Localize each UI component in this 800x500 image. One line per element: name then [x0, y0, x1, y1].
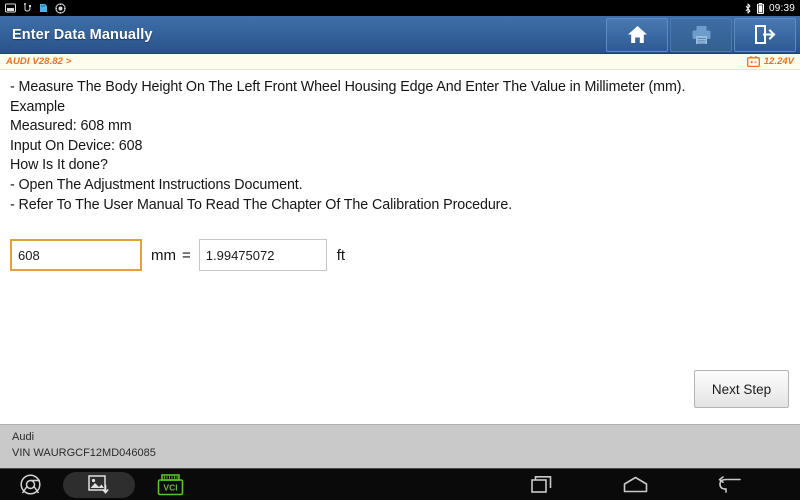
- nav-right-group: [531, 475, 800, 494]
- home-icon: [627, 26, 647, 43]
- vehicle-version-link[interactable]: AUDI V28.82 >: [6, 56, 71, 67]
- diagnostic-app-window: 09:39 Enter Data Manually AUDI V28.82 > …: [0, 0, 800, 500]
- voltage-indicator: 12.24V: [746, 56, 794, 67]
- home-icon[interactable]: [623, 476, 648, 493]
- car-battery-icon: [746, 56, 760, 67]
- converted-value-input[interactable]: [198, 239, 327, 272]
- voltage-value: 12.24V: [763, 56, 794, 67]
- status-icons-left: [5, 2, 66, 14]
- exit-button[interactable]: [734, 17, 796, 52]
- converted-unit-label: ft: [336, 246, 346, 264]
- usb-icon: [24, 3, 31, 12]
- recent-apps-icon[interactable]: [531, 475, 553, 494]
- instruction-line: - Refer To The User Manual To Read The C…: [10, 196, 513, 213]
- android-nav-bar: VCI: [0, 468, 800, 500]
- printer-icon: [692, 25, 710, 44]
- measurement-input[interactable]: [10, 239, 142, 272]
- home-button[interactable]: [606, 17, 668, 52]
- android-status-bar: 09:39: [0, 0, 800, 16]
- header-button-group: [606, 16, 800, 53]
- back-icon[interactable]: [718, 476, 742, 493]
- instruction-line: How Is It done?: [10, 157, 108, 174]
- measurement-entry-row: mm = ft: [10, 239, 790, 272]
- instruction-line: Example: [10, 98, 65, 115]
- page-title: Enter Data Manually: [12, 26, 153, 43]
- vci-icon[interactable]: VCI: [157, 473, 184, 496]
- sync-icon: [55, 2, 66, 14]
- vehicle-info-footer: Audi VIN WAURGCF12MD046085: [0, 424, 800, 468]
- sdcard-icon: [40, 4, 47, 12]
- next-step-button[interactable]: Next Step: [694, 370, 789, 408]
- battery-icon: [756, 2, 764, 14]
- main-content: - Measure The Body Height On The Left Fr…: [0, 70, 800, 424]
- app-header: Enter Data Manually: [0, 16, 800, 54]
- instruction-line: - Open The Adjustment Instructions Docum…: [10, 176, 303, 193]
- vehicle-vin: VIN WAURGCF12MD046085: [12, 446, 156, 459]
- browser-icon[interactable]: [20, 474, 41, 495]
- instruction-line: Input On Device: 608: [10, 137, 143, 154]
- svg-text:VCI: VCI: [163, 482, 177, 492]
- version-voltage-bar: AUDI V28.82 > 12.24V: [0, 54, 800, 70]
- status-icons-right: 09:39: [744, 2, 795, 14]
- screenshot-save-icon: [88, 474, 109, 494]
- print-button[interactable]: [670, 17, 732, 52]
- instruction-line: - Measure The Body Height On The Left Fr…: [10, 79, 686, 95]
- status-clock: 09:39: [768, 2, 795, 14]
- input-unit-label: mm: [151, 246, 176, 264]
- equals-sign: =: [182, 246, 191, 264]
- nav-left-group: VCI: [0, 471, 184, 498]
- instruction-line: Measured: 608 mm: [10, 118, 132, 135]
- instruction-block: - Measure The Body Height On The Left Fr…: [10, 78, 790, 215]
- screenshot-save-button[interactable]: [63, 471, 135, 498]
- bluetooth-icon: [745, 3, 751, 13]
- screenshot-icon: [5, 3, 16, 13]
- vehicle-make: Audi: [12, 431, 35, 443]
- exit-icon: [755, 25, 776, 44]
